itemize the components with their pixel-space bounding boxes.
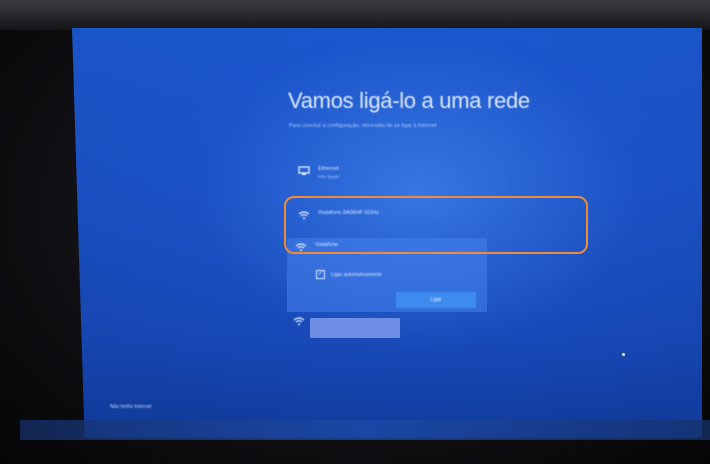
mouse-cursor: [622, 353, 625, 356]
ethernet-icon: [298, 166, 310, 176]
no-internet-link[interactable]: Não tenho Internet: [110, 404, 151, 410]
connect-button[interactable]: Ligar: [396, 292, 476, 308]
photo-frame: Vamos ligá-lo a uma rede Para concluir a…: [0, 0, 710, 464]
screen-bottom-reflection: [20, 420, 710, 440]
auto-connect-checkbox-row[interactable]: ✓ Ligar automaticamente: [316, 270, 382, 279]
auto-connect-label: Ligar automaticamente: [331, 271, 382, 278]
highlight-annotation: [284, 196, 588, 254]
monitor-bezel: [0, 0, 710, 30]
wifi-icon: [293, 316, 305, 329]
auto-connect-checkbox[interactable]: ✓: [316, 270, 325, 279]
network-item-ethernet[interactable]: Ethernet Não ligado: [298, 166, 340, 180]
network-name: Ethernet: [318, 166, 339, 172]
page-subtitle: Para concluir a configuração, necessita …: [289, 123, 437, 129]
page-title: Vamos ligá-lo a uma rede: [288, 88, 530, 113]
network-status: Não ligado: [318, 174, 340, 179]
redacted-network-name[interactable]: [310, 318, 400, 338]
